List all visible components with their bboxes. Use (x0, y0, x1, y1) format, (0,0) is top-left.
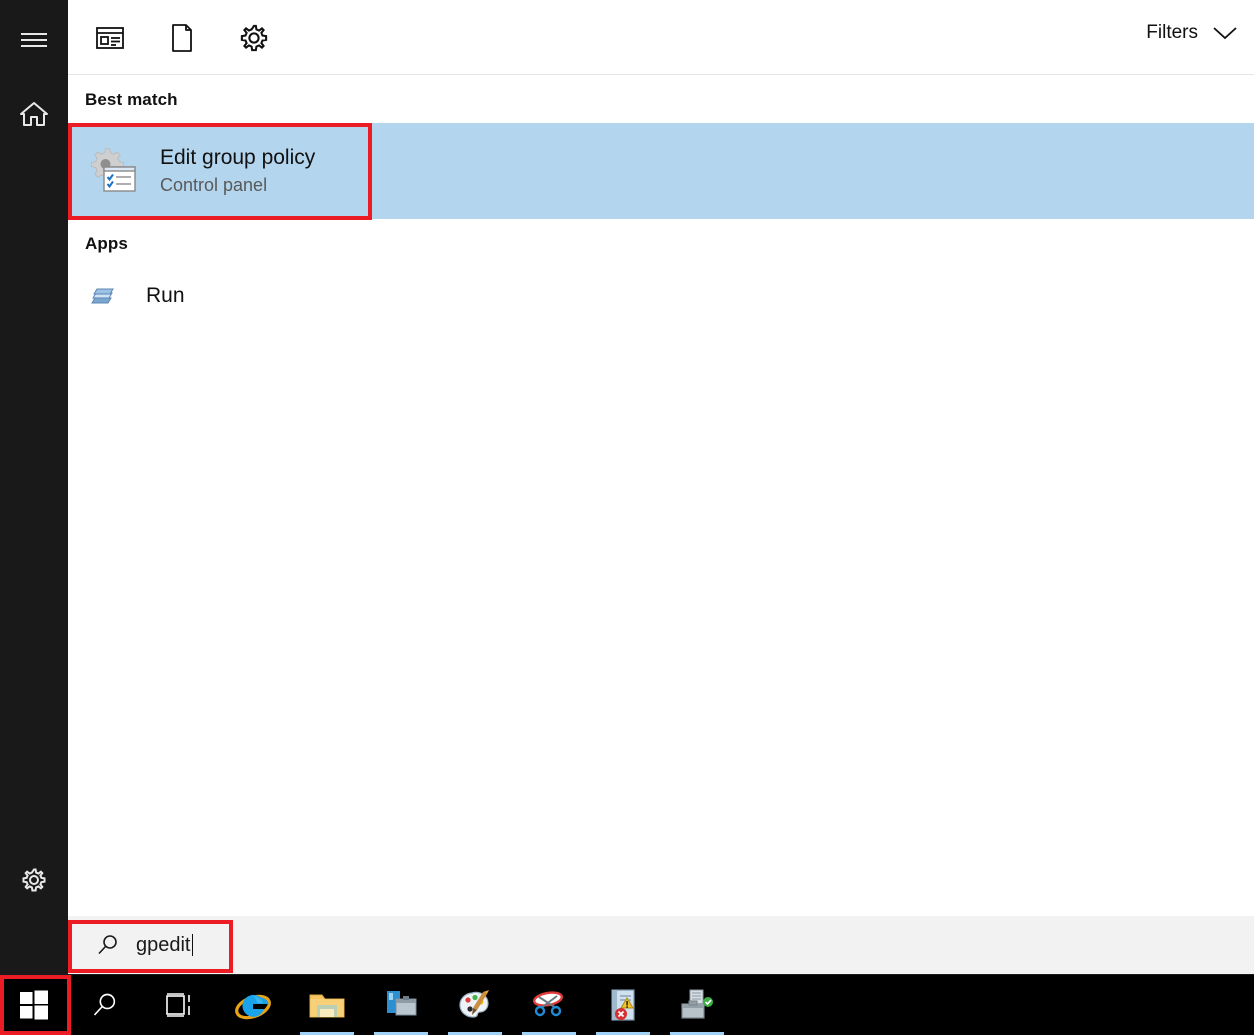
web-page-icon (96, 27, 124, 49)
internet-explorer-icon (235, 994, 271, 1020)
file-explorer-icon (309, 994, 345, 1018)
settings-filter-button[interactable] (230, 14, 278, 62)
documents-filter-button[interactable] (158, 14, 206, 62)
group-policy-icon (88, 146, 138, 196)
start-menu-search-screen: Filters Best match Edit group policy Con… (0, 0, 1254, 1035)
taskbar (0, 975, 1254, 1035)
event-viewer-icon (611, 989, 635, 1021)
app-result-title: Run (146, 284, 185, 307)
filters-label: Filters (1146, 22, 1198, 43)
taskbar-item-internet-explorer[interactable] (216, 975, 290, 1035)
hamburger-menu-button[interactable] (0, 16, 68, 64)
store-icon (387, 991, 417, 1016)
taskbar-item-task-view[interactable] (142, 975, 216, 1035)
best-match-title: Edit group policy (160, 146, 316, 169)
taskbar-item-paint[interactable] (438, 975, 512, 1035)
taskbar-item-computer-management[interactable] (660, 975, 734, 1035)
filters-dropdown[interactable]: Filters (1146, 22, 1238, 44)
taskbar-item-search[interactable] (68, 975, 142, 1035)
taskbar-item-snipping-tool[interactable] (512, 975, 586, 1035)
windows-logo-icon (20, 990, 48, 1020)
taskbar-item-file-explorer[interactable] (290, 975, 364, 1035)
toolbox-icon (681, 989, 713, 1019)
task-view-icon (166, 993, 190, 1017)
apps-heading: Apps (85, 234, 128, 253)
results-toolbar: Filters (68, 0, 1254, 75)
gear-icon (22, 868, 46, 892)
best-match-result-item[interactable]: Edit group policy Control panel (68, 123, 1254, 219)
web-page-filter-button[interactable] (86, 14, 134, 62)
search-results-panel: Filters Best match Edit group policy Con… (68, 0, 1254, 916)
search-bar-strip: gpedit (68, 916, 1254, 975)
search-input[interactable]: gpedit (74, 920, 226, 970)
best-match-subtitle: Control panel (160, 175, 268, 195)
settings-gear-icon (240, 24, 268, 52)
settings-button[interactable] (0, 856, 68, 904)
taskbar-items (68, 975, 734, 1035)
home-button[interactable] (0, 90, 68, 138)
text-caret (191, 934, 193, 956)
paint-icon (459, 990, 489, 1018)
chevron-down-icon (1213, 26, 1237, 39)
app-result-item-run[interactable]: Run (68, 272, 1254, 320)
toolbar-icon-group (86, 14, 278, 62)
best-match-heading: Best match (85, 90, 178, 109)
search-icon (98, 935, 117, 955)
start-menu-left-rail (0, 0, 68, 975)
home-icon (20, 102, 48, 126)
document-icon (172, 24, 192, 52)
search-icon (93, 993, 116, 1016)
snipping-tool-icon (532, 991, 564, 1017)
taskbar-item-event-viewer[interactable] (586, 975, 660, 1035)
hamburger-icon (21, 32, 47, 48)
start-button[interactable] (0, 975, 68, 1035)
taskbar-item-microsoft-store[interactable] (364, 975, 438, 1035)
search-input-value: gpedit (136, 934, 191, 956)
best-match-text: Edit group policy Control panel (160, 145, 315, 197)
run-icon (90, 283, 116, 309)
